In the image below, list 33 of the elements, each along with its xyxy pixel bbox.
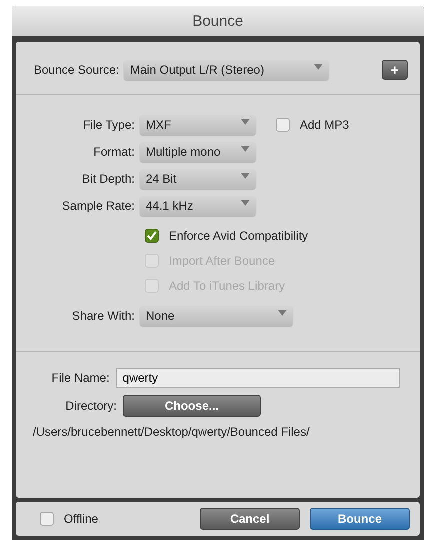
field-label: Format: (92, 145, 136, 159)
field-label: Bit Depth: (81, 172, 136, 186)
field-label: Bounce Source: (34, 63, 120, 77)
field-label: Directory: (64, 399, 118, 413)
checkbox[interactable] (145, 228, 159, 242)
dropdown[interactable]: 44.1 kHz (140, 196, 256, 216)
choose-button[interactable]: Choose... (123, 395, 261, 417)
bounce-button[interactable]: Bounce (310, 508, 410, 530)
caret-icon (314, 64, 324, 70)
checkbox[interactable] (276, 118, 290, 132)
file-name-field[interactable]: qwerty (116, 368, 400, 388)
field-label: File Name: (50, 371, 111, 385)
dropdown[interactable]: MXF (140, 115, 256, 135)
field-label: Sample Rate: (61, 199, 136, 213)
window-title: Bounce (192, 12, 244, 30)
checkbox[interactable] (40, 512, 54, 526)
cancel-button[interactable]: Cancel (200, 508, 300, 530)
checkbox-label: Add MP3 (300, 118, 350, 132)
field-label: File Type: (82, 118, 136, 132)
share-with-dropdown[interactable]: None (140, 306, 293, 326)
bounce-source-dropdown[interactable]: Main Output L/R (Stereo) (124, 60, 330, 80)
caret-icon (241, 200, 250, 206)
checkbox-label: Offline (64, 512, 98, 526)
checkbox-label: Enforce Avid Compatibility (169, 228, 308, 242)
caret-icon (241, 146, 250, 152)
dropdown[interactable]: Multiple mono (140, 142, 256, 162)
caret-icon (241, 173, 250, 179)
dropdown[interactable]: 24 Bit (140, 169, 256, 189)
add-button[interactable]: + (382, 60, 408, 80)
caret-icon (278, 310, 287, 316)
field-label: Share With: (71, 309, 136, 323)
caret-icon (241, 119, 250, 125)
directory-path: /Users/brucebennett/Desktop/qwerty/Bounced Files/ (32, 425, 311, 439)
